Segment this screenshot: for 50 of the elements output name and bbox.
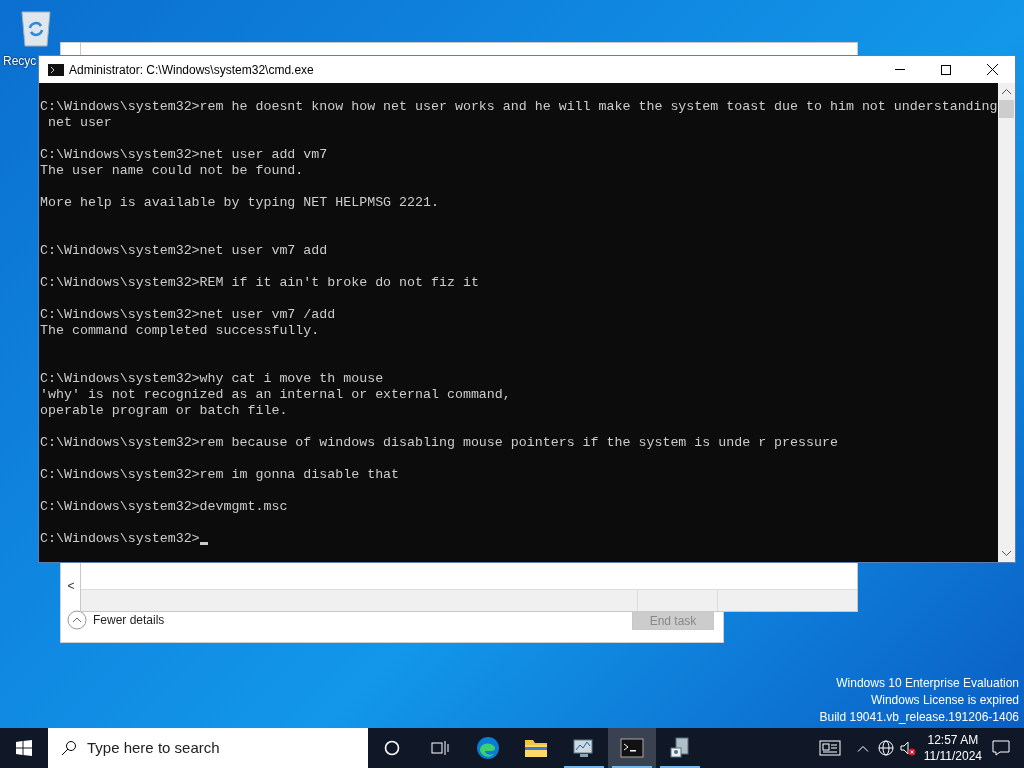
search-box[interactable]: Type here to search <box>48 728 368 768</box>
chevron-up-icon[interactable] <box>856 744 869 752</box>
maximize-icon <box>941 64 951 75</box>
icon-label: Recyc <box>3 53 37 70</box>
notifications-icon[interactable] <box>992 740 1010 756</box>
browser-icon <box>476 736 500 760</box>
console-line: C:\Windows\system32>rem im gonna disable that <box>40 467 400 483</box>
search-icon <box>61 740 77 756</box>
clock-date[interactable]: 11/11/2024 <box>923 748 982 764</box>
console-line: C:\Windows\system32>why cat i move th mouse <box>40 371 384 387</box>
console-line: C:\Windows\system32>devmgmt.msc <box>40 499 288 515</box>
console-line: C:\Windows\system32>net user vm7 add <box>40 243 328 259</box>
console-line: C:\Windows\system32>rem because of windows disabling mouse pointers if the system is unde r pressure <box>40 435 838 451</box>
news-icon[interactable] <box>818 740 841 756</box>
details-toggle[interactable]: Fewer details <box>93 611 165 629</box>
monitor-icon <box>572 736 596 760</box>
text-cursor <box>199 542 208 545</box>
console-line: The user name could not be found. <box>40 163 304 179</box>
console-line: operable program or batch file. <box>40 403 288 419</box>
console-line: net user <box>46 115 112 131</box>
scroll-up-icon[interactable] <box>1002 89 1011 94</box>
task-view-icon <box>431 740 449 756</box>
window-title: Administrator: C:\Windows\system32\cmd.exe <box>69 61 314 79</box>
search-field[interactable]: Type here to search <box>87 736 368 760</box>
circle-icon <box>384 740 400 756</box>
license-notice: Windows License is expired <box>870 692 1019 709</box>
console-line: 'why' is not recognized as an internal or external command, <box>40 387 511 403</box>
console-icon <box>620 738 644 758</box>
computer-icon <box>668 736 692 760</box>
folder-icon <box>524 738 548 758</box>
volume-muted-icon[interactable] <box>899 740 916 756</box>
close-icon <box>986 64 998 75</box>
console-prompt: C:\Windows\system32> <box>40 531 200 547</box>
console-line: C:\Windows\system32>REM if it ain't broke do not fiz it <box>40 275 479 291</box>
windows-logo-icon <box>16 740 32 756</box>
console-icon <box>48 63 64 76</box>
console-line: C:\Windows\system32>net user add vm7 <box>40 147 328 163</box>
scroll-thumb[interactable] <box>999 100 1014 118</box>
scrollbar[interactable] <box>998 83 1015 562</box>
taskbar-app[interactable] <box>608 728 656 768</box>
globe-icon[interactable] <box>877 740 894 756</box>
scroll-down-icon[interactable] <box>1002 551 1011 556</box>
clock-time[interactable]: 12:57 AM <box>927 732 979 748</box>
console-line: C:\Windows\system32>rem he doesnt know how net user works and he will make the system toast due to him not understanding <box>40 99 998 115</box>
license-notice: Windows 10 Enterprise Evaluation <box>836 675 1019 692</box>
minimize-icon <box>895 69 905 70</box>
console-line: The command completed successfully. <box>40 323 320 339</box>
console-line: More help is available by typing NET HELPMSG 2221. <box>40 195 439 211</box>
console-line: C:\Windows\system32>net user vm7 /add <box>40 307 336 323</box>
license-notice: Build 19041.vb_release.191206-1406 <box>819 709 1019 726</box>
